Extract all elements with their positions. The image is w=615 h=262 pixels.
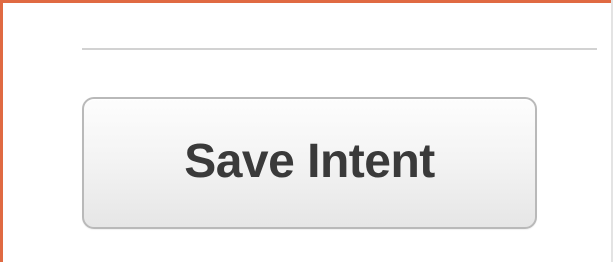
frame-left-border bbox=[0, 0, 3, 262]
save-intent-button[interactable]: Save Intent bbox=[82, 97, 537, 229]
section-divider bbox=[82, 48, 597, 50]
frame-top-border bbox=[0, 0, 615, 3]
save-intent-button-label: Save Intent bbox=[184, 135, 435, 188]
frame-right-edge bbox=[611, 0, 615, 262]
panel-frame: Save Intent bbox=[0, 0, 615, 262]
